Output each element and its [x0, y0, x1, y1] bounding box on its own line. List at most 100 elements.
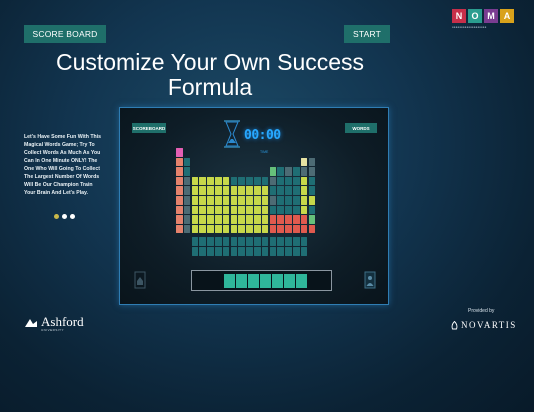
letter-tile[interactable] [254, 237, 261, 246]
letter-tile[interactable] [230, 215, 238, 224]
letter-tile[interactable] [300, 186, 308, 195]
letter-tile[interactable] [277, 196, 284, 205]
letter-tile[interactable] [199, 224, 206, 234]
letter-tile[interactable] [254, 224, 261, 234]
letter-tile[interactable] [238, 215, 245, 224]
letter-tile[interactable] [285, 215, 292, 224]
letter-tile[interactable] [199, 196, 206, 205]
letter-tile[interactable] [261, 176, 269, 186]
letter-tile[interactable] [238, 205, 245, 215]
letter-tile[interactable] [230, 186, 238, 195]
letter-tile[interactable] [183, 176, 191, 186]
letter-tile[interactable] [300, 157, 308, 167]
letter-tile[interactable] [199, 237, 206, 246]
letter-tile[interactable] [246, 205, 253, 215]
letter-tile[interactable] [191, 237, 199, 246]
start-button[interactable]: START [344, 25, 390, 43]
letter-tile[interactable] [246, 224, 253, 234]
letter-tile[interactable] [230, 196, 238, 205]
letter-tile[interactable] [293, 215, 300, 224]
letter-tile[interactable] [308, 186, 316, 195]
user-icon[interactable] [364, 271, 376, 289]
letter-tile[interactable] [285, 167, 292, 176]
letter-tile[interactable] [207, 215, 214, 224]
letter-tile[interactable] [269, 247, 277, 256]
letter-tile[interactable] [199, 176, 206, 186]
letter-tile[interactable] [215, 176, 222, 186]
letter-tile[interactable] [176, 176, 183, 186]
letter-tile[interactable] [246, 215, 253, 224]
letter-tile[interactable] [285, 186, 292, 195]
letter-tile[interactable] [199, 205, 206, 215]
letter-tile[interactable] [183, 205, 191, 215]
letter-tile[interactable] [293, 167, 300, 176]
home-icon[interactable] [134, 271, 146, 289]
letter-tile[interactable] [285, 224, 292, 234]
letter-tile[interactable] [269, 167, 277, 176]
letter-tile[interactable] [277, 176, 284, 186]
game-scoreboard-button[interactable]: SCOREBOARD [132, 123, 166, 133]
letter-tile[interactable] [293, 205, 300, 215]
letter-tile[interactable] [207, 237, 214, 246]
letter-tile[interactable] [261, 215, 269, 224]
letter-tile[interactable] [215, 224, 222, 234]
letter-tile[interactable] [308, 176, 316, 186]
letter-tile[interactable] [300, 224, 308, 234]
letter-tile[interactable] [269, 237, 277, 246]
game-words-button[interactable]: WORDS [345, 123, 377, 133]
letter-tile[interactable] [176, 196, 183, 205]
letter-tile[interactable] [254, 196, 261, 205]
letter-tile[interactable] [254, 215, 261, 224]
letter-tile[interactable] [222, 247, 230, 256]
letter-tile[interactable] [176, 186, 183, 195]
letter-tile[interactable] [254, 247, 261, 256]
letter-tile[interactable] [230, 247, 238, 256]
letter-tile[interactable] [285, 237, 292, 246]
letter-tile[interactable] [254, 186, 261, 195]
letter-tile[interactable] [293, 224, 300, 234]
letter-tile[interactable] [293, 186, 300, 195]
letter-tile[interactable] [269, 215, 277, 224]
letter-tile[interactable] [300, 176, 308, 186]
letter-tile[interactable] [285, 196, 292, 205]
letter-tile[interactable] [238, 186, 245, 195]
letter-tile[interactable] [191, 176, 199, 186]
letter-tile[interactable] [308, 215, 316, 224]
letter-tile[interactable] [215, 215, 222, 224]
letter-tile[interactable] [254, 205, 261, 215]
letter-tile[interactable] [230, 237, 238, 246]
letter-tile[interactable] [293, 237, 300, 246]
letter-tile[interactable] [215, 247, 222, 256]
letter-tile[interactable] [285, 205, 292, 215]
letter-tile[interactable] [176, 148, 183, 157]
letter-tile[interactable] [261, 196, 269, 205]
letter-tile[interactable] [300, 196, 308, 205]
letter-tile[interactable] [238, 237, 245, 246]
letter-tile[interactable] [238, 224, 245, 234]
letter-tile[interactable] [300, 237, 308, 246]
letter-tile[interactable] [191, 224, 199, 234]
letter-tile[interactable] [222, 215, 230, 224]
letter-tile[interactable] [246, 176, 253, 186]
letter-tile[interactable] [176, 215, 183, 224]
letter-tile[interactable] [238, 196, 245, 205]
letter-tile[interactable] [269, 205, 277, 215]
letter-tile[interactable] [207, 186, 214, 195]
letter-tile[interactable] [277, 205, 284, 215]
letter-tile[interactable] [269, 224, 277, 234]
letter-tile[interactable] [191, 186, 199, 195]
letter-tile[interactable] [300, 205, 308, 215]
letter-tile[interactable] [199, 247, 206, 256]
letter-tile[interactable] [308, 224, 316, 234]
letter-tile[interactable] [246, 247, 253, 256]
letter-tile[interactable] [254, 176, 261, 186]
letter-tile[interactable] [191, 205, 199, 215]
letter-tile[interactable] [293, 196, 300, 205]
letter-tile[interactable] [191, 196, 199, 205]
letter-tile[interactable] [261, 205, 269, 215]
letter-tile[interactable] [215, 196, 222, 205]
letter-tile[interactable] [293, 247, 300, 256]
letter-board[interactable] [176, 148, 336, 258]
letter-tile[interactable] [261, 237, 269, 246]
letter-tile[interactable] [215, 205, 222, 215]
